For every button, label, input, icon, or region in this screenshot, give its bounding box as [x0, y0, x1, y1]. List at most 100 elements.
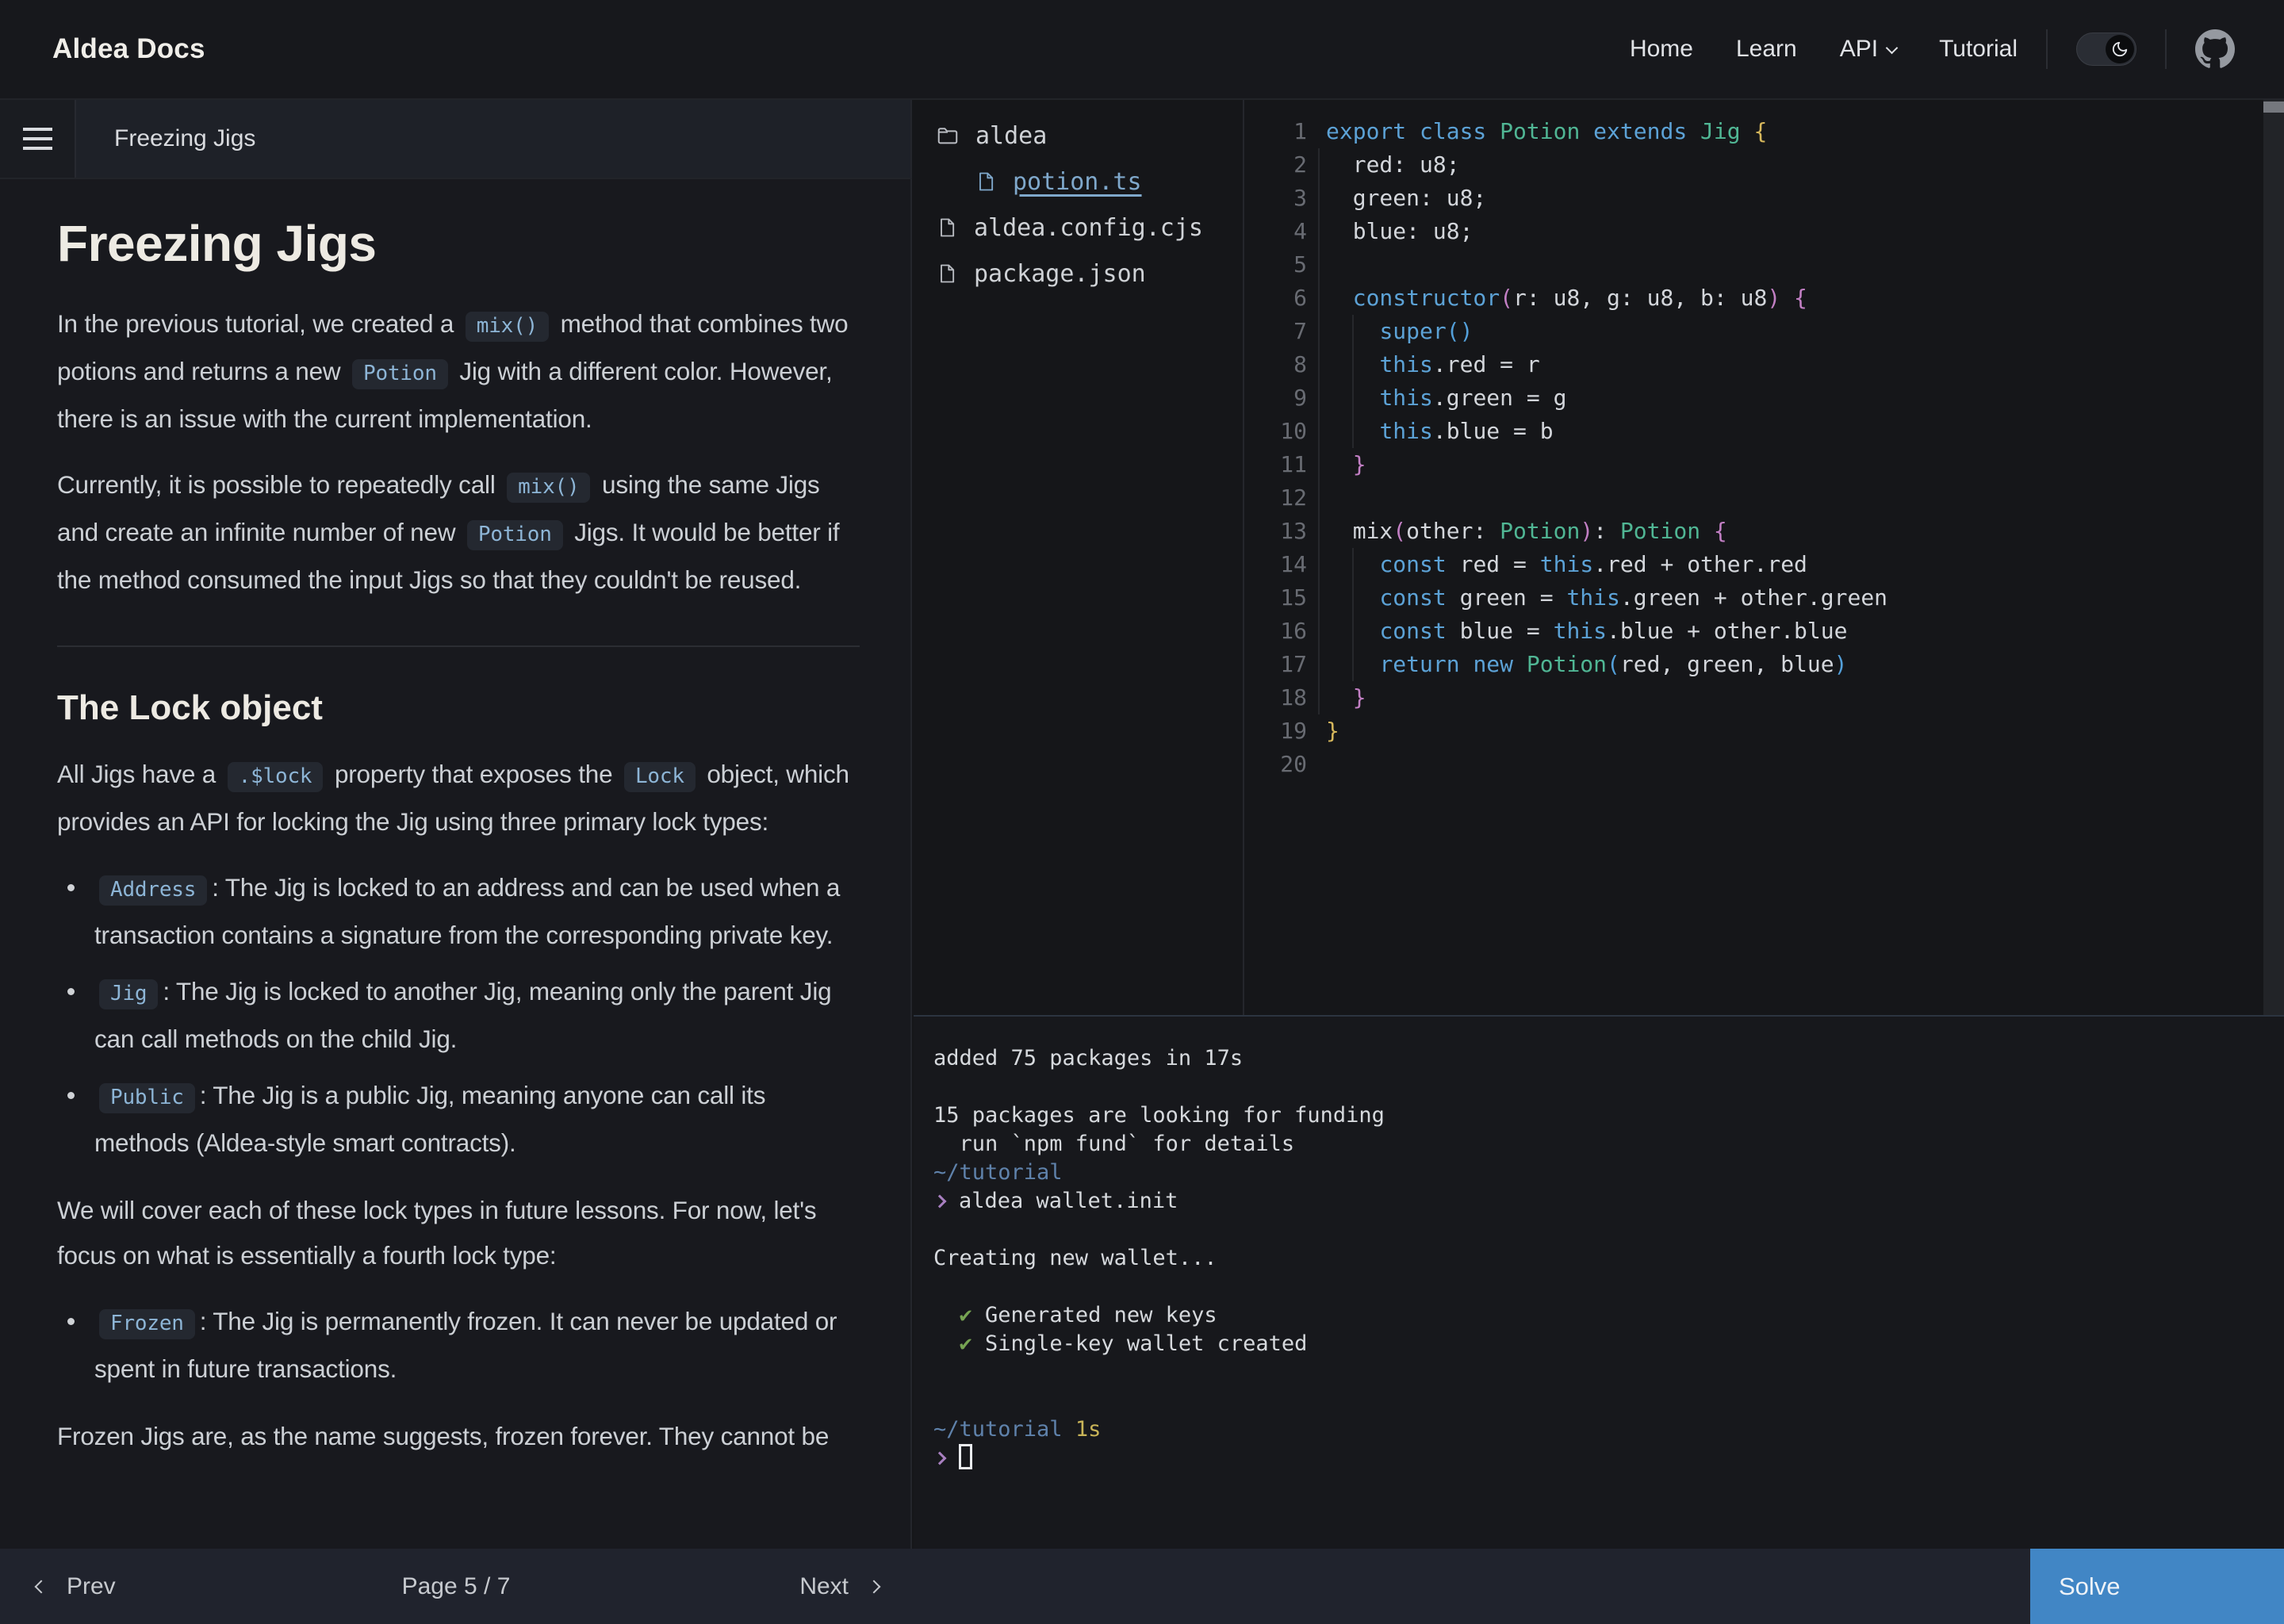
inline-code-chip: mix(): [466, 312, 549, 342]
tree-item-potion-ts[interactable]: potion.ts: [914, 159, 1243, 205]
nav-item-learn[interactable]: Learn: [1736, 36, 1797, 63]
code-token: [1326, 285, 1353, 311]
inline-code-chip: Potion: [352, 359, 448, 389]
code-lines: 1export class Potion extends Jig {2 red:…: [1244, 115, 2263, 781]
nav-item-api[interactable]: API: [1840, 36, 1896, 63]
code-token: (: [1607, 651, 1620, 677]
nav-item-home[interactable]: Home: [1630, 36, 1693, 63]
tree-item-package-json[interactable]: package.json: [914, 251, 1243, 297]
tree-item-label: package.json: [974, 260, 1146, 288]
code-token: [1326, 684, 1353, 710]
terminal-line: [933, 1273, 2284, 1301]
code-token: blue =: [1447, 618, 1554, 644]
code-token: this: [1379, 385, 1432, 411]
code-token: {: [1794, 285, 1807, 311]
terminal-line: ~/tutorial: [933, 1159, 2284, 1187]
app-root: Aldea Docs Home Learn API Tutorial Freezing…: [0, 0, 2284, 1624]
terminal[interactable]: added 75 packages in 17s15 packages are …: [914, 1017, 2284, 1549]
tree-item-label: aldea: [975, 122, 1047, 150]
page-title: Freezing Jigs: [57, 214, 860, 273]
next-button[interactable]: Next: [799, 1573, 879, 1600]
code-line: 15 const green = this.green + other.gree…: [1244, 581, 2263, 615]
inline-code-chip: Lock: [624, 762, 696, 792]
code-text: red: u8;: [1307, 148, 1460, 182]
code-token: [1326, 451, 1353, 477]
code-token: (: [1500, 285, 1513, 311]
github-icon[interactable]: [2195, 29, 2235, 69]
terminal-token: ~/tutorial: [933, 1160, 1063, 1185]
text-segment: In the previous tutorial, we created a: [57, 309, 461, 338]
code-token: Potion: [1620, 518, 1700, 544]
brand-logo[interactable]: Aldea Docs: [52, 33, 205, 65]
code-line: 16 const blue = this.blue + other.blue: [1244, 615, 2263, 648]
line-number: 4: [1244, 215, 1307, 248]
code-text: green: u8;: [1307, 182, 1486, 215]
code-token: const: [1379, 584, 1446, 611]
terminal-token: [1063, 1417, 1075, 1442]
code-text: const green = this.green + other.green: [1307, 581, 1887, 615]
tree-item-aldea-config-cjs[interactable]: aldea.config.cjs: [914, 205, 1243, 251]
terminal-line: [933, 1358, 2284, 1387]
bullet-icon: [67, 1318, 75, 1325]
code-text: const red = this.red + other.red: [1307, 548, 1807, 581]
line-number: 17: [1244, 648, 1307, 681]
line-number: 10: [1244, 415, 1307, 448]
theme-toggle[interactable]: [2076, 33, 2136, 66]
prev-button[interactable]: Prev: [36, 1573, 116, 1600]
code-line: 13 mix(other: Potion): Potion {: [1244, 515, 2263, 548]
code-text: super(): [1307, 315, 1473, 348]
scrollbar-thumb[interactable]: [2263, 102, 2284, 113]
code-token: const: [1379, 551, 1446, 577]
bullet-icon: [67, 1092, 75, 1099]
code-text: blue: u8;: [1307, 215, 1473, 248]
code-token: return new: [1379, 651, 1526, 677]
chevron-down-icon: [1886, 41, 1899, 54]
code-token: (): [1447, 318, 1473, 344]
code-token: export class: [1326, 118, 1500, 144]
nav-item-tutorial[interactable]: Tutorial: [1939, 36, 2018, 63]
code-text: const blue = this.blue + other.blue: [1307, 615, 1847, 648]
inline-code-chip: Frozen: [99, 1309, 195, 1339]
workspace-panel: aldea potion.ts aldea.config.cjs package.js…: [914, 100, 2284, 1624]
line-number: 1: [1244, 115, 1307, 148]
code-token: {: [1753, 118, 1767, 144]
code-text: export class Potion extends Jig {: [1307, 115, 1767, 148]
code-line: 9 this.green = g: [1244, 381, 2263, 415]
code-token: this: [1540, 551, 1593, 577]
code-editor[interactable]: 1export class Potion extends Jig {2 red:…: [1244, 100, 2263, 1015]
text-segment: Currently, it is possible to repeatedly …: [57, 470, 502, 499]
line-number: 15: [1244, 581, 1307, 615]
doc-panel: Freezing Jigs In the previous tutorial, …: [0, 179, 912, 1624]
code-line: 4 blue: u8;: [1244, 215, 2263, 248]
line-number: 9: [1244, 381, 1307, 415]
tree-item-aldea[interactable]: aldea: [914, 113, 1243, 159]
code-token: r: u8, g: u8, b: u8: [1513, 285, 1767, 311]
line-number: 7: [1244, 315, 1307, 348]
code-token: extends: [1593, 118, 1700, 144]
editor-scrollbar[interactable]: [2263, 100, 2284, 1015]
menu-button[interactable]: [0, 100, 76, 178]
tree-item-label: aldea.config.cjs: [974, 214, 1203, 242]
doc-paragraph: All Jigs have a .$lock property that exp…: [57, 752, 860, 845]
terminal-token: Single-key wallet created: [972, 1331, 1308, 1356]
solve-button[interactable]: Solve: [2030, 1549, 2284, 1624]
line-number: 8: [1244, 348, 1307, 381]
doc-body: In the previous tutorial, we created a m…: [57, 301, 860, 1459]
code-token: this: [1566, 584, 1619, 611]
code-token: red =: [1447, 551, 1540, 577]
code-token: [1700, 518, 1714, 544]
terminal-line: [933, 1387, 2284, 1415]
code-token: }: [1326, 718, 1339, 744]
list-item-text: Public: The Jig is a public Jig, meaning…: [94, 1073, 860, 1166]
list-item-text: Frozen: The Jig is permanently frozen. I…: [94, 1299, 860, 1392]
code-token: this: [1379, 351, 1432, 377]
terminal-line: 15 packages are looking for funding: [933, 1101, 2284, 1130]
code-line: 18 }: [1244, 681, 2263, 714]
code-text: return new Potion(red, green, blue): [1307, 648, 1847, 681]
chevron-left-icon: [35, 1580, 48, 1593]
page-indicator: Page 5 / 7: [402, 1573, 511, 1600]
text-segment: Frozen Jigs are, as the name suggests, f…: [57, 1422, 829, 1450]
terminal-token: aldea wallet.init: [959, 1189, 1178, 1213]
code-token: ): [1580, 518, 1593, 544]
code-line: 10 this.blue = b: [1244, 415, 2263, 448]
